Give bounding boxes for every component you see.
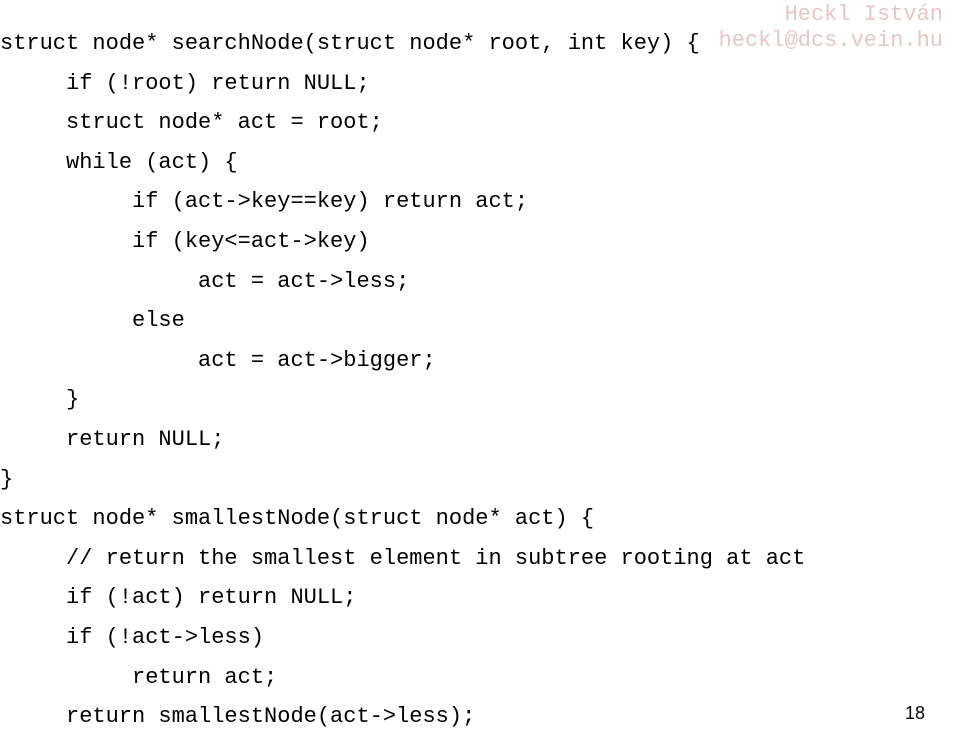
code-listing: struct node* searchNode(struct node* roo… [0,24,805,745]
page-number: 18 [905,697,925,729]
author-name: Heckl István [785,2,943,27]
